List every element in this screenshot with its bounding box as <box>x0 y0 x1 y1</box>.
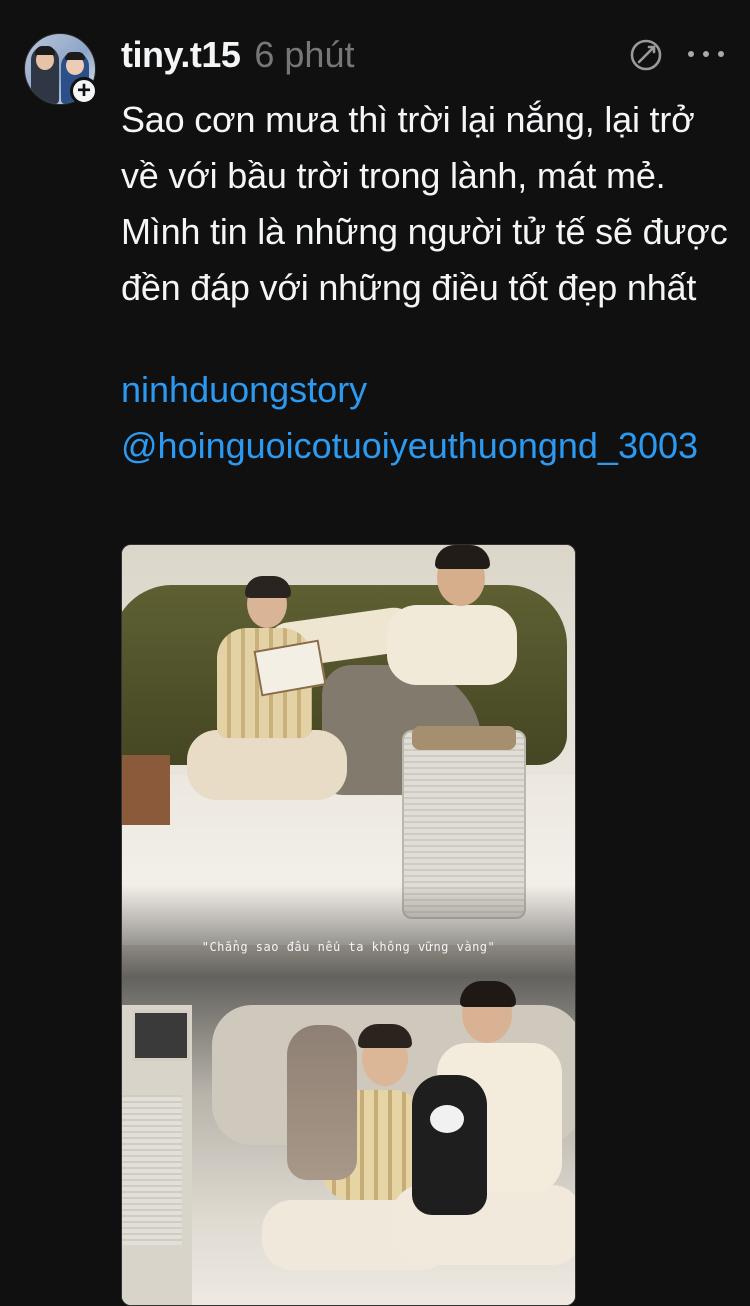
post-tags: ninhduongstory @hoinguoicotuoiyeuthuongn… <box>121 362 731 474</box>
avatar-container[interactable]: + <box>24 33 98 105</box>
thread-post: + tiny.t15 6 phút Sao cơn mưa thì trời l… <box>0 0 750 1306</box>
more-options-icon[interactable] <box>688 40 724 68</box>
post-caption: Sao cơn mưa thì trời lại nắng, lại trở v… <box>121 99 728 308</box>
mention-link[interactable]: @hoinguoicotuoiyeuthuongnd_3003 <box>121 418 731 474</box>
hashtag-link[interactable]: ninhduongstory <box>121 362 731 418</box>
follow-plus-icon[interactable]: + <box>70 77 98 105</box>
post-image[interactable]: "Chẳng sao đâu nếu ta không vững vàng" <box>121 544 576 1306</box>
post-timestamp: 6 phút <box>254 34 355 75</box>
image-overlay-text: "Chẳng sao đâu nếu ta không vững vàng" <box>201 940 496 954</box>
translate-icon[interactable] <box>628 37 664 73</box>
post-header: tiny.t15 6 phút <box>121 30 354 80</box>
username[interactable]: tiny.t15 <box>121 34 241 76</box>
